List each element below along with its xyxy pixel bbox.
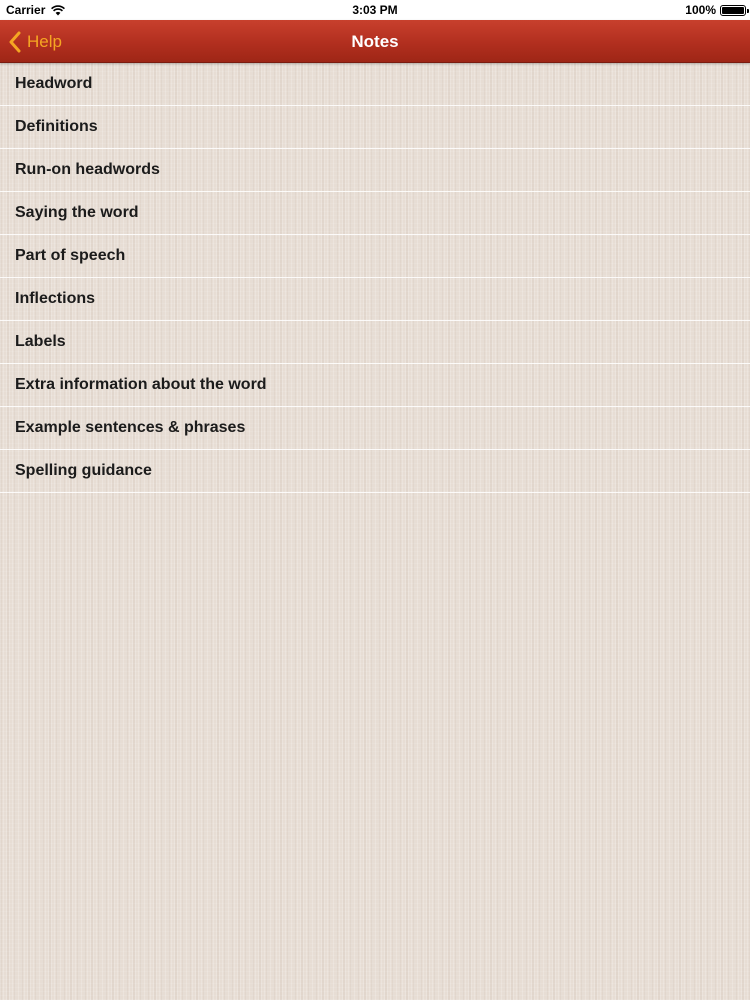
- status-time: 3:03 PM: [352, 3, 398, 17]
- list-item-part-of-speech[interactable]: Part of speech: [0, 235, 750, 278]
- list-item-labels[interactable]: Labels: [0, 321, 750, 364]
- list-item-spelling-guidance[interactable]: Spelling guidance: [0, 450, 750, 493]
- page-title: Notes: [351, 32, 399, 51]
- battery-icon: [720, 4, 749, 16]
- list-item-inflections[interactable]: Inflections: [0, 278, 750, 321]
- battery-percent: 100%: [685, 3, 716, 17]
- notes-list: Headword Definitions Run-on headwords Sa…: [0, 63, 750, 493]
- list-item-headword[interactable]: Headword: [0, 63, 750, 106]
- status-right: 100%: [685, 3, 749, 17]
- list-item-saying-the-word[interactable]: Saying the word: [0, 192, 750, 235]
- list-item-example-sentences[interactable]: Example sentences & phrases: [0, 407, 750, 450]
- status-bar: Carrier 3:03 PM 100%: [0, 0, 750, 20]
- list-item-definitions[interactable]: Definitions: [0, 106, 750, 149]
- list-item-extra-information[interactable]: Extra information about the word: [0, 364, 750, 407]
- list-item-run-on-headwords[interactable]: Run-on headwords: [0, 149, 750, 192]
- navigation-bar: Help Notes: [0, 20, 750, 63]
